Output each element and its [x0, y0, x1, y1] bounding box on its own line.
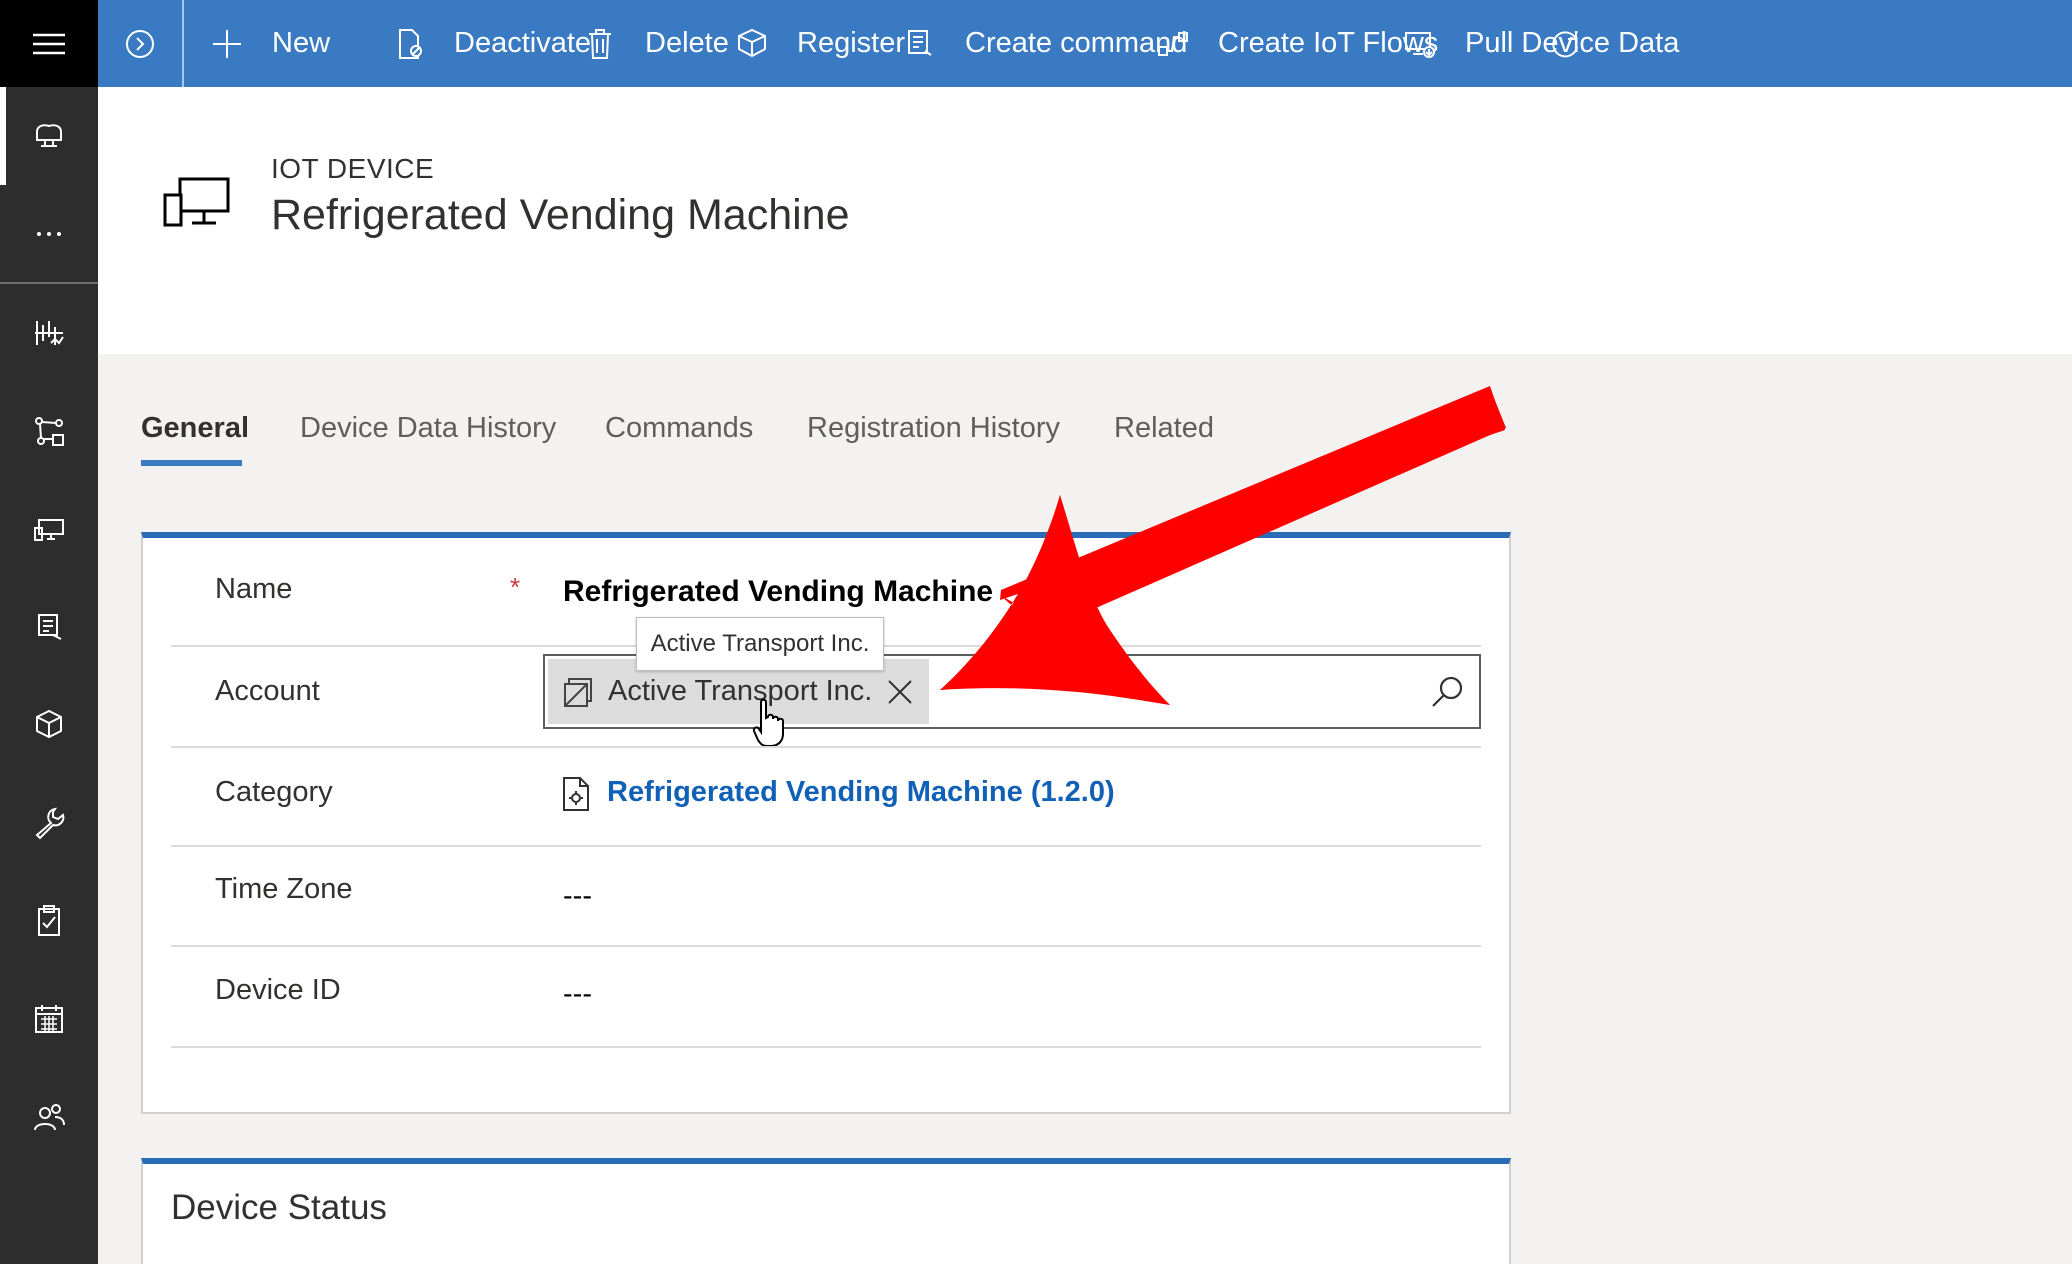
deactivate-button[interactable]: Deactivate: [392, 0, 591, 87]
deactivate-icon: [399, 28, 422, 59]
clipboard-icon: [38, 905, 60, 936]
command-icon: [38, 614, 62, 640]
nav-network[interactable]: [0, 382, 98, 480]
name-field[interactable]: Refrigerated Vending Machine: [563, 575, 993, 609]
new-label: New: [272, 27, 331, 59]
category-label: Category: [215, 776, 333, 808]
new-button[interactable]: New: [210, 0, 330, 87]
left-navigation: [0, 0, 98, 1264]
calendar-icon: [35, 1005, 63, 1033]
nav-commands[interactable]: [0, 578, 98, 676]
timezone-label: Time Zone: [215, 873, 353, 905]
nav-iot-hub[interactable]: [0, 87, 98, 185]
iot-device-icon: [163, 177, 230, 227]
close-icon[interactable]: [885, 677, 915, 707]
account-chip-label[interactable]: Active Transport Inc.: [608, 675, 872, 708]
entity-type-label: IOT DEVICE: [271, 153, 435, 184]
refresh-icon: [1552, 30, 1578, 57]
back-button[interactable]: [98, 0, 184, 87]
tab-registration-history[interactable]: Registration History: [807, 412, 1060, 445]
network-icon: [35, 417, 64, 446]
delete-button[interactable]: Delete: [583, 0, 729, 87]
command-bar: New Deactivate Delete Register Create co…: [98, 0, 2072, 87]
chevron-right-circle-icon: [126, 29, 154, 58]
register-button[interactable]: Register: [735, 0, 905, 87]
command-icon: [908, 29, 932, 56]
account-label: Account: [215, 675, 320, 707]
pull-device-data-button[interactable]: Pull Device Data: [1403, 0, 1679, 87]
create-command-label: Create command: [965, 27, 1188, 59]
hamburger-menu-button[interactable]: [0, 0, 98, 87]
wrench-icon: [35, 807, 65, 840]
delete-label: Delete: [645, 27, 729, 59]
hamburger-icon: [33, 33, 65, 54]
name-label: Name: [215, 573, 293, 605]
iot-hub-icon: [36, 124, 62, 147]
create-command-button[interactable]: Create command: [903, 0, 1187, 87]
flow-icon: [1158, 31, 1188, 56]
search-icon[interactable]: [1429, 674, 1465, 710]
document-gear-icon: [563, 777, 589, 811]
pull-data-icon: [1405, 31, 1435, 58]
nav-dashboard[interactable]: [0, 284, 98, 382]
account-tooltip: Active Transport Inc.: [636, 617, 884, 671]
tab-general[interactable]: General: [141, 412, 249, 445]
nav-users[interactable]: [0, 1068, 98, 1166]
page-title: Refrigerated Vending Machine: [271, 191, 850, 239]
dashboard-icon: [35, 321, 64, 345]
nav-register[interactable]: [0, 676, 98, 774]
device-id-label: Device ID: [215, 974, 341, 1006]
tab-related[interactable]: Related: [1114, 412, 1214, 445]
people-icon: [34, 1104, 65, 1131]
plus-icon: [213, 29, 241, 58]
trash-icon: [589, 28, 611, 59]
tab-device-data-history[interactable]: Device Data History: [300, 412, 556, 445]
hand-cursor-icon: [752, 698, 784, 747]
create-iot-flows-button[interactable]: Create IoT Flows: [1156, 0, 1438, 87]
device-icon: [34, 519, 64, 541]
refresh-button[interactable]: [1548, 0, 1582, 87]
timezone-field[interactable]: ---: [563, 880, 592, 913]
package-icon: [36, 709, 62, 739]
register-label: Register: [797, 27, 905, 59]
tab-commands[interactable]: Commands: [605, 412, 753, 445]
account-icon: [564, 677, 592, 707]
record-header: IOT DEVICE Refrigerated Vending Machine: [98, 87, 2072, 354]
nav-calendar[interactable]: [0, 970, 98, 1068]
nav-tools[interactable]: [0, 774, 98, 872]
deactivate-label: Deactivate: [454, 27, 592, 59]
device-id-field[interactable]: ---: [563, 978, 592, 1011]
nav-more[interactable]: [0, 185, 98, 283]
nav-devices[interactable]: [0, 480, 98, 578]
device-status-title: Device Status: [171, 1188, 387, 1227]
active-tab-indicator: [141, 460, 242, 466]
required-marker: *: [510, 572, 521, 602]
category-link[interactable]: Refrigerated Vending Machine (1.2.0): [607, 776, 1115, 809]
more-icon: [37, 232, 61, 236]
package-icon: [738, 28, 766, 57]
nav-checklist[interactable]: [0, 872, 98, 970]
